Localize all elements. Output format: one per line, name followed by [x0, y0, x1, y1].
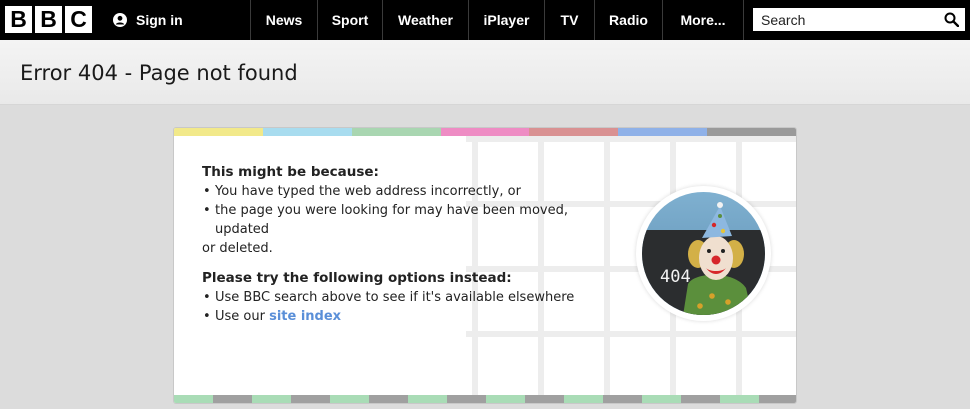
color-stripe-segment	[262, 128, 352, 136]
options-list: Use BBC search above to see if it's avai…	[202, 288, 622, 326]
logo-letter: B	[5, 6, 32, 33]
list-item-continuation: or deleted.	[202, 241, 273, 256]
nav-item-tv[interactable]: TV	[544, 0, 594, 40]
color-stripe-segment	[174, 128, 263, 136]
list-item: Use BBC search above to see if it's avai…	[202, 288, 622, 307]
nav-item-sport[interactable]: Sport	[317, 0, 382, 40]
color-stripe-top	[174, 128, 796, 136]
search-input[interactable]	[753, 9, 933, 30]
top-bar: B B C Sign in News Sport Weather iPlayer…	[0, 0, 970, 40]
reasons-list: You have typed the web address incorrect…	[202, 182, 622, 258]
bbc-logo[interactable]: B B C	[5, 6, 92, 33]
color-stripe-segment	[529, 128, 619, 136]
list-item: You have typed the web address incorrect…	[202, 182, 622, 201]
search-box	[753, 8, 965, 31]
sign-in-link[interactable]: Sign in	[113, 0, 183, 40]
nav-item-news[interactable]: News	[250, 0, 317, 40]
title-strip: Error 404 - Page not found	[0, 40, 970, 105]
logo-letter: C	[65, 6, 92, 33]
error-card: This might be because: You have typed th…	[173, 127, 797, 404]
color-stripe-segment	[440, 128, 530, 136]
board-text: 404	[660, 267, 691, 287]
option-text: Use our	[215, 309, 270, 324]
site-index-link[interactable]: site index	[269, 309, 341, 324]
logo-letter: B	[35, 6, 62, 33]
nav-item-radio[interactable]: Radio	[594, 0, 662, 40]
sign-in-label: Sign in	[136, 12, 183, 28]
nav-item-weather[interactable]: Weather	[382, 0, 468, 40]
error-message: This might be because: You have typed th…	[202, 163, 622, 326]
list-item: Use our site index	[202, 307, 622, 326]
list-item: the page you were looking for may have b…	[202, 201, 622, 239]
color-stripe-bottom	[174, 395, 796, 403]
nav-item-iplayer[interactable]: iPlayer	[468, 0, 544, 40]
reasons-heading: This might be because:	[202, 164, 379, 180]
color-stripe-segment	[618, 128, 708, 136]
color-stripe-segment	[707, 128, 796, 136]
clown-404-image: 404	[636, 186, 771, 321]
color-stripe-segment	[351, 128, 441, 136]
main-nav: News Sport Weather iPlayer TV Radio More…	[250, 0, 744, 40]
page-title: Error 404 - Page not found	[20, 61, 298, 85]
options-heading: Please try the following options instead…	[202, 270, 512, 286]
user-icon	[113, 13, 127, 27]
nav-item-more[interactable]: More...	[662, 0, 744, 40]
search-icon[interactable]	[944, 12, 960, 28]
